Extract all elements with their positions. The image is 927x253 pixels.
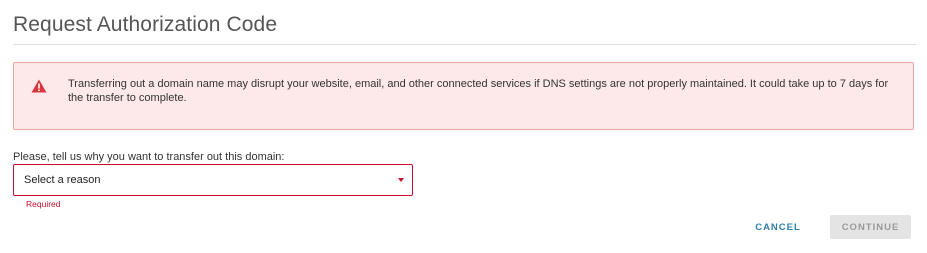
warning-alert: Transferring out a domain name may disru…	[13, 62, 914, 130]
warning-icon	[31, 79, 47, 93]
page-title: Request Authorization Code	[13, 13, 278, 36]
continue-button[interactable]: CONTINUE	[830, 215, 911, 239]
reason-select[interactable]: Select a reason	[13, 164, 413, 196]
alert-message: Transferring out a domain name may disru…	[68, 78, 889, 104]
required-error: Required	[26, 199, 61, 209]
cancel-button[interactable]: CANCEL	[744, 216, 812, 238]
reason-select-value: Select a reason	[24, 174, 101, 186]
title-divider	[13, 44, 916, 45]
reason-label: Please, tell us why you want to transfer…	[13, 151, 285, 163]
chevron-down-icon	[398, 178, 404, 182]
